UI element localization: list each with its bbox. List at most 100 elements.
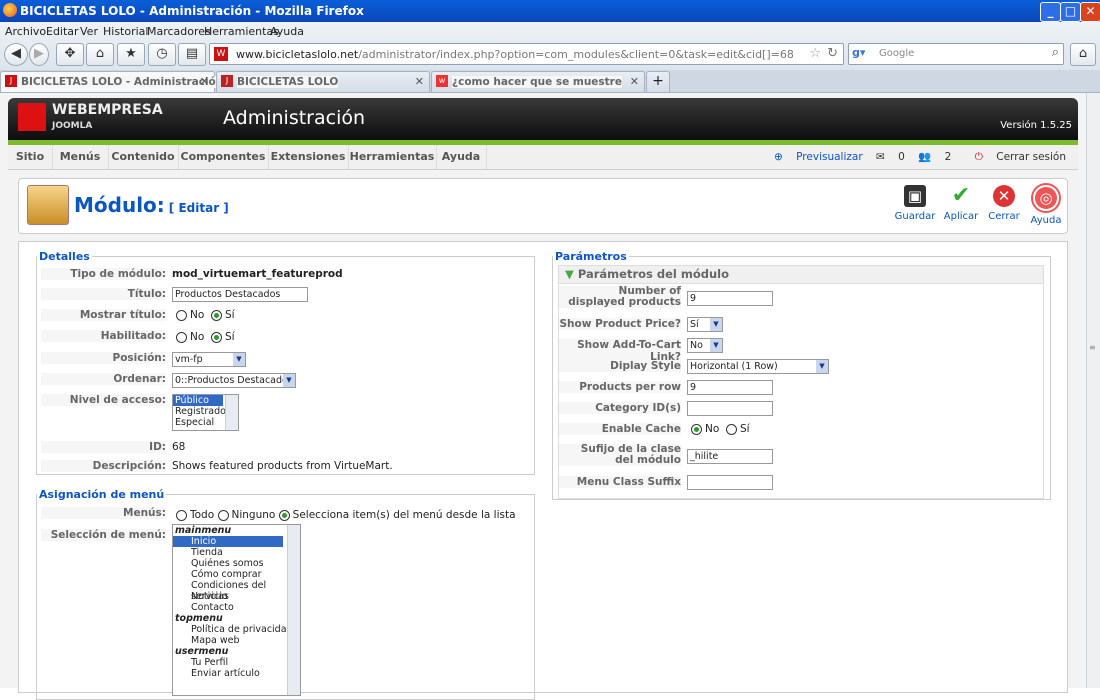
list-item[interactable]: Tu Perfil <box>173 657 300 668</box>
url-bar[interactable]: W www.bicicletaslolo.net/administrator/i… <box>209 43 844 65</box>
close-icon: ✕ <box>993 185 1015 207</box>
page-content: WEBEMPRESA JOOMLA Administración Versión… <box>0 93 1086 700</box>
list-item[interactable]: Quiénes somos <box>173 558 300 569</box>
move-icon[interactable]: ✥ <box>56 43 84 66</box>
bookmark-star-icon[interactable]: ☆ <box>809 46 821 61</box>
bookmark-star-icon[interactable]: ★ <box>117 43 145 66</box>
reload-icon[interactable]: ↻ <box>827 46 838 61</box>
tab-site[interactable]: J BICICLETAS LOLO ✕ <box>216 71 430 92</box>
close-tab-icon[interactable]: ✕ <box>200 75 209 88</box>
menu-ayuda[interactable]: Ayuda <box>436 145 487 169</box>
menu-historial[interactable]: Historial <box>103 25 148 38</box>
new-tab-button[interactable]: + <box>646 71 670 92</box>
list-item[interactable]: Tienda <box>173 547 300 558</box>
apply-button[interactable]: ✔ Aplicar <box>940 185 982 223</box>
access-listbox[interactable]: Público Registrado Especial <box>172 394 239 431</box>
menu-ver[interactable]: Ver <box>80 25 98 38</box>
messages-count[interactable]: ✉ 0 <box>876 151 905 163</box>
type-label: Tipo de módulo: <box>41 268 166 280</box>
menu-herramientas[interactable]: Herramientas <box>204 25 279 38</box>
chevron-down-icon: ▼ <box>710 318 722 331</box>
cache-no-radio[interactable] <box>691 423 702 435</box>
menu-archivo[interactable]: Archivo <box>5 25 46 38</box>
menus-select-radio[interactable] <box>278 509 290 521</box>
menu-editar[interactable]: Editar <box>46 25 79 38</box>
display-style-select[interactable]: Horizontal (1 Row) ▼ <box>687 359 829 374</box>
list-item[interactable]: Condiciones del servicio <box>173 580 300 602</box>
back-arrow-icon[interactable]: ◀ <box>4 43 28 66</box>
menu-ayuda[interactable]: Ayuda <box>270 25 304 38</box>
cart-link-select[interactable]: No ▼ <box>687 338 723 353</box>
parameters-panel-header[interactable]: ▼ Parámetros del módulo <box>559 266 1043 284</box>
list-item[interactable]: Público <box>173 395 223 406</box>
menus-all-radio[interactable] <box>176 509 187 521</box>
list-item[interactable]: Noticias <box>173 591 300 602</box>
tab-admin[interactable]: J BICICLETAS LOLO - Administración ✕ <box>0 71 224 92</box>
scrollbar[interactable] <box>225 395 238 430</box>
url-text: www.bicicletaslolo.net/administrator/ind… <box>236 48 794 61</box>
home-download-icon[interactable]: ⌂ <box>86 43 114 66</box>
save-icon: ▣ <box>904 185 926 207</box>
menus-none-radio[interactable] <box>217 509 229 521</box>
menu-sitio[interactable]: Sitio <box>8 145 53 169</box>
category-ids-label: Category ID(s) <box>559 402 681 414</box>
show-title-no-radio[interactable] <box>176 309 187 321</box>
logout-link[interactable]: ⏻ Cerrar sesión <box>965 151 1066 163</box>
num-products-input[interactable]: 9 <box>687 291 773 306</box>
list-item[interactable]: Mapa web <box>173 635 300 646</box>
show-price-select[interactable]: Sí ▼ <box>687 317 723 332</box>
enabled-radios: No Sí <box>176 331 235 343</box>
joomla-favicon-icon: J <box>5 75 17 87</box>
close-button[interactable]: ✕ Cerrar <box>983 185 1025 222</box>
preview-link[interactable]: ⊕ Previsualizar <box>774 151 863 163</box>
users-count[interactable]: 👥 2 <box>918 151 951 163</box>
menu-herramientas[interactable]: Herramientas <box>348 145 437 169</box>
enabled-yes-radio[interactable] <box>210 331 222 343</box>
list-item[interactable]: Cómo comprar <box>173 569 300 580</box>
menu-assignment-fieldset: Asignación de menú Menús: Todo Ninguno S… <box>36 488 535 700</box>
forward-arrow-icon[interactable]: ▶ <box>29 43 49 66</box>
search-bar[interactable]: g▾ Google ⌕ <box>848 43 1064 65</box>
class-suffix-input[interactable]: _hilite <box>687 449 773 464</box>
menu-extensiones[interactable]: Extensiones <box>268 145 349 169</box>
category-ids-input[interactable] <box>687 401 773 416</box>
close-tab-icon[interactable]: ✕ <box>630 75 639 88</box>
home-icon[interactable]: ⌂ <box>1070 43 1096 66</box>
cache-yes-radio[interactable] <box>725 423 737 435</box>
module-icon <box>27 185 69 225</box>
enabled-no-radio[interactable] <box>176 331 187 343</box>
list-item[interactable]: Inicio <box>173 536 283 547</box>
close-tab-icon[interactable]: ✕ <box>415 75 424 88</box>
list-item[interactable]: Política de privacidad <box>173 624 300 635</box>
menu-selection-listbox[interactable]: mainmenu Inicio Tienda Quiénes somos Cóm… <box>172 524 301 696</box>
per-row-input[interactable]: 9 <box>687 380 773 395</box>
order-label: Ordenar: <box>41 373 166 385</box>
menu-componentes[interactable]: Componentes <box>178 145 269 169</box>
menu-class-suffix-input[interactable] <box>687 475 773 490</box>
maximize-button[interactable]: □ <box>1060 2 1081 22</box>
show-title-yes-radio[interactable] <box>210 309 222 321</box>
menu-contenido[interactable]: Contenido <box>108 145 179 169</box>
list-item[interactable]: Enviar artículo <box>173 668 300 679</box>
tab-forum[interactable]: w ¿como hacer que se muestres mas produ.… <box>431 71 645 92</box>
menu-menus[interactable]: Menús <box>52 145 109 169</box>
list-item[interactable]: Contacto <box>173 602 300 613</box>
search-icon[interactable]: ⌕ <box>1052 45 1059 60</box>
minimize-button[interactable]: _ <box>1040 2 1061 22</box>
history-clock-icon[interactable]: ◷ <box>148 43 176 66</box>
help-button[interactable]: ◎ Ayuda <box>1025 185 1067 226</box>
joomla-header: WEBEMPRESA JOOMLA Administración Versión… <box>8 98 1078 140</box>
scrollbar[interactable] <box>287 525 300 695</box>
menu-marcadores[interactable]: Marcadores <box>147 25 211 38</box>
order-select[interactable]: 0::Productos Destacados ▼ <box>172 373 296 388</box>
chevron-down-icon: ▼ <box>233 353 245 366</box>
show-title-label: Mostrar título: <box>41 309 166 321</box>
title-input[interactable]: Productos Destacados <box>172 287 308 302</box>
save-button[interactable]: ▣ Guardar <box>894 185 936 222</box>
layout-icon[interactable]: ▤ <box>178 43 206 66</box>
close-window-button[interactable]: ✕ <box>1080 2 1100 22</box>
logo-text: WEBEMPRESA <box>52 102 163 118</box>
page-scrollbar[interactable]: ≡ <box>1086 93 1100 688</box>
position-select[interactable]: vm-fp ▼ <box>172 352 246 367</box>
title-label: Título: <box>41 288 166 300</box>
